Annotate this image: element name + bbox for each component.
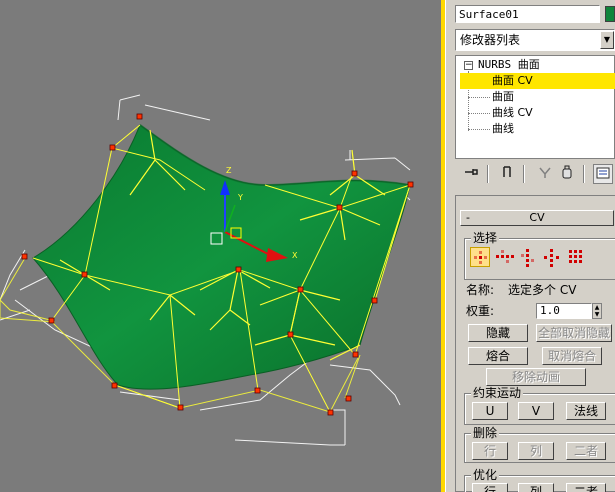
column-cv-icon[interactable] bbox=[518, 247, 538, 267]
remove-modifier-icon[interactable] bbox=[557, 164, 577, 184]
configure-modifier-sets-icon[interactable] bbox=[593, 164, 613, 184]
z-axis-label: Z bbox=[226, 166, 232, 175]
constrain-u-button[interactable]: U bbox=[472, 402, 508, 420]
x-axis-label: X bbox=[292, 251, 298, 260]
optimize-row-button[interactable]: 行 bbox=[472, 483, 508, 492]
selection-group-label: 选择 bbox=[471, 231, 500, 245]
name-value: 选定多个 CV bbox=[508, 283, 577, 297]
optimize-column-button[interactable]: 列 bbox=[518, 483, 554, 492]
delete-both-button[interactable]: 二者 bbox=[566, 442, 606, 460]
unfuse-button[interactable]: 取消熔合 bbox=[542, 347, 602, 365]
constrain-normal-button[interactable]: 法线 bbox=[566, 402, 606, 420]
modifier-list-label: 修改器列表 bbox=[460, 33, 521, 47]
stack-item-curve-cv[interactable]: 曲线 CV bbox=[492, 105, 533, 121]
stack-item-surface-cv[interactable]: 曲面 CV bbox=[460, 73, 615, 89]
stack-item-curve[interactable]: 曲线 bbox=[492, 121, 514, 137]
cv-rollout-header[interactable]: - CV bbox=[460, 210, 614, 226]
object-name-field[interactable]: Surface01 bbox=[455, 5, 600, 23]
stack-item-nurbs-surface[interactable]: NURBS 曲面 bbox=[478, 57, 540, 73]
delete-column-button[interactable]: 列 bbox=[518, 442, 554, 460]
stack-item-surface[interactable]: 曲面 bbox=[492, 89, 514, 105]
chevron-down-icon[interactable]: ▼ bbox=[600, 31, 614, 49]
delete-row-button[interactable]: 行 bbox=[472, 442, 508, 460]
collapse-tree-icon[interactable]: − bbox=[464, 61, 473, 70]
remove-animation-button[interactable]: 移除动画 bbox=[486, 368, 586, 386]
stack-toolbar bbox=[455, 160, 615, 188]
perspective-viewport[interactable]: Z Y X bbox=[0, 0, 441, 492]
constrain-v-button[interactable]: V bbox=[518, 402, 554, 420]
single-cv-icon[interactable] bbox=[470, 247, 490, 267]
modifier-stack: − NURBS 曲面 曲面 CV 曲面 曲线 CV 曲线 bbox=[455, 55, 615, 159]
optimize-group-label: 优化 bbox=[471, 468, 500, 482]
row-column-cv-icon[interactable] bbox=[542, 247, 562, 267]
show-end-result-icon[interactable] bbox=[497, 164, 517, 184]
weight-field[interactable]: 1.0 bbox=[536, 303, 592, 319]
weight-label: 权重: bbox=[466, 304, 495, 318]
make-unique-icon[interactable] bbox=[535, 164, 555, 184]
modifier-list-dropdown[interactable]: 修改器列表 ▼ bbox=[455, 29, 615, 51]
constrain-group-label: 约束运动 bbox=[471, 386, 524, 400]
weight-spinner[interactable]: ▲ ▼ bbox=[592, 303, 602, 319]
rollout-title: CV bbox=[529, 211, 545, 224]
unhide-all-button[interactable]: 全部取消隐藏 bbox=[536, 324, 612, 342]
name-label: 名称: bbox=[466, 283, 495, 297]
delete-group-label: 删除 bbox=[471, 426, 500, 440]
row-cv-icon[interactable] bbox=[494, 247, 514, 267]
command-panel: Surface01 修改器列表 ▼ − NURBS 曲面 曲面 CV 曲面 曲线… bbox=[451, 0, 615, 492]
object-color-swatch[interactable] bbox=[605, 6, 615, 22]
fuse-button[interactable]: 熔合 bbox=[468, 347, 528, 365]
hide-button[interactable]: 隐藏 bbox=[468, 324, 528, 342]
viewport-scene: Z Y X bbox=[0, 94, 414, 446]
y-axis-label: Y bbox=[237, 193, 243, 202]
optimize-both-button[interactable]: 二者 bbox=[566, 483, 606, 492]
all-cv-icon[interactable] bbox=[566, 247, 586, 267]
cv-rollout: - CV 选择 名称: 选定多个 CV 权重: 1.0 ▲ ▼ 隐藏 全部取消隐… bbox=[455, 195, 615, 492]
pin-stack-icon[interactable] bbox=[461, 164, 481, 184]
